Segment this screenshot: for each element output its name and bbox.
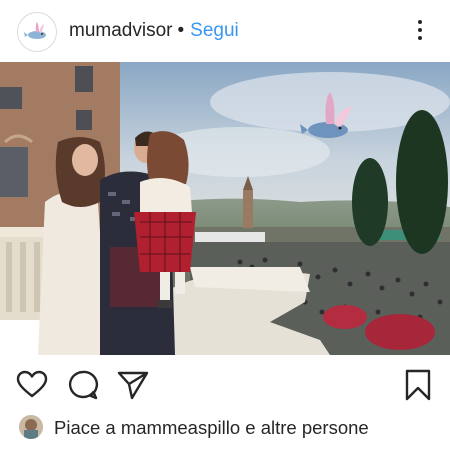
bookmark-icon[interactable] xyxy=(401,368,435,402)
username-link[interactable]: mumadvisor xyxy=(69,20,172,41)
likes-conjunction: e xyxy=(245,417,256,438)
post-photo[interactable] xyxy=(0,62,450,355)
liker-avatar[interactable] xyxy=(19,415,43,439)
follow-button[interactable]: Segui xyxy=(190,20,239,41)
mumadvisor-logo-icon xyxy=(19,14,55,50)
liker-avatar-image xyxy=(19,415,43,439)
likes-text: Piace a mammeaspillo e altre persone xyxy=(54,416,369,440)
liker-username-link[interactable]: mammeaspillo xyxy=(121,417,240,438)
header-user-line: mumadvisor • Segui xyxy=(69,19,239,43)
post-actions-bar xyxy=(0,360,450,408)
paper-plane-icon[interactable] xyxy=(116,368,150,402)
post-image xyxy=(0,62,450,355)
heart-icon[interactable] xyxy=(15,368,49,402)
more-options-icon[interactable] xyxy=(406,14,434,46)
likes-row: Piace a mammeaspillo e altre persone xyxy=(0,412,450,444)
likes-prefix: Piace a xyxy=(54,417,116,438)
other-likers-link[interactable]: altre persone xyxy=(261,417,369,438)
post-header: mumadvisor • Segui xyxy=(0,0,450,62)
separator-dot: • xyxy=(177,20,185,41)
comment-icon[interactable] xyxy=(66,368,100,402)
profile-avatar[interactable] xyxy=(17,12,57,52)
